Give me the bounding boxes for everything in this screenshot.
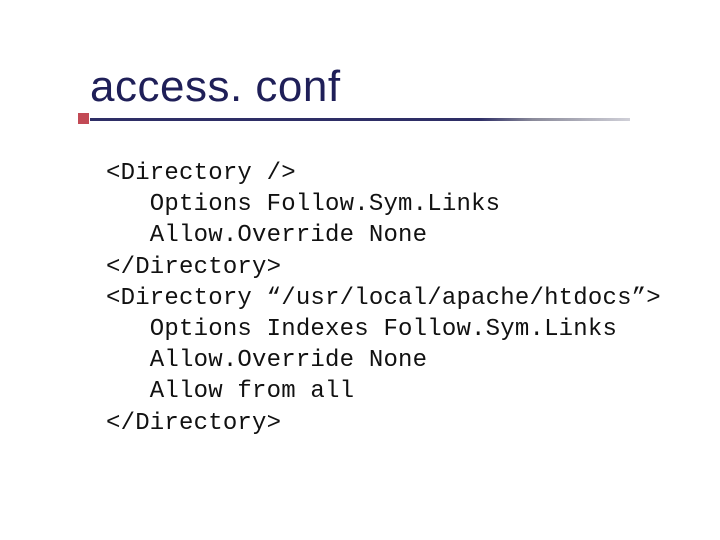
code-line: Options Indexes Follow.Sym.Links [106, 316, 617, 343]
accent-square-icon [78, 113, 89, 124]
slide: access. conf <Directory /> Options Follo… [0, 0, 720, 540]
code-line: Options Follow.Sym.Links [106, 191, 500, 218]
code-block: <Directory /> Options Follow.Sym.Links A… [106, 158, 661, 439]
code-line: </Directory> [106, 254, 281, 281]
code-line: Allow.Override None [106, 347, 427, 374]
code-line: Allow.Override None [106, 222, 427, 249]
code-line: <Directory “/usr/local/apache/htdocs”> [106, 285, 661, 312]
code-line: <Directory /> [106, 160, 296, 187]
code-line: Allow from all [106, 378, 354, 405]
code-line: </Directory> [106, 410, 281, 437]
title-wrap: access. conf [90, 62, 341, 112]
page-title: access. conf [90, 62, 341, 111]
title-underline [90, 118, 630, 121]
